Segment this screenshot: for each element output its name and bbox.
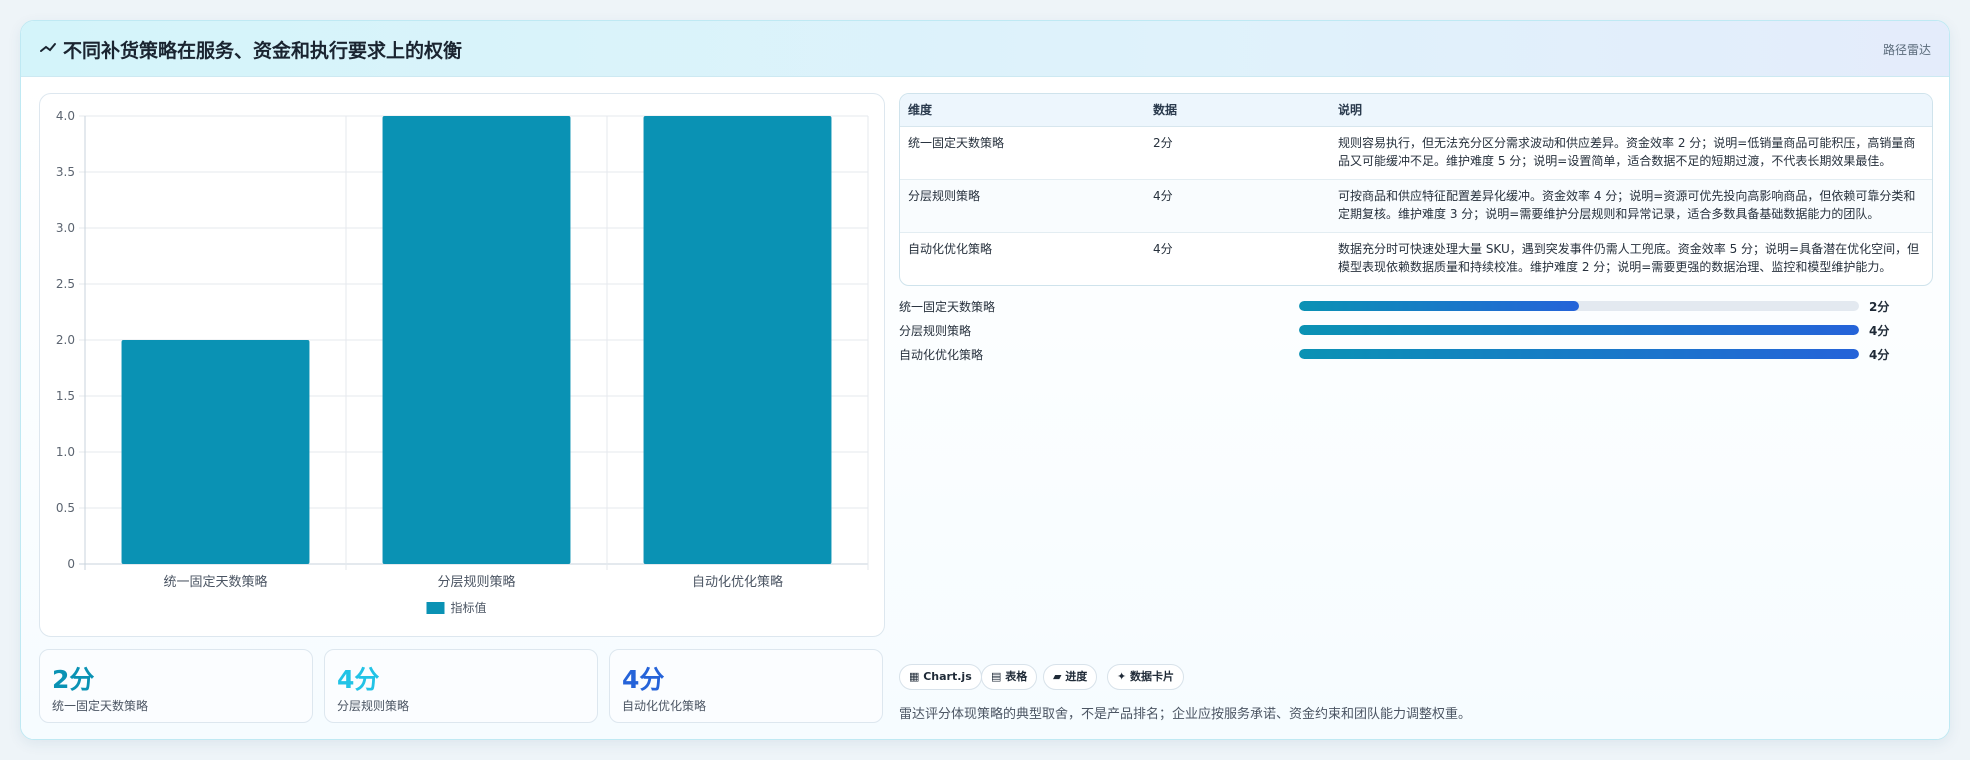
progress-fill — [1299, 301, 1579, 311]
progress-track — [1299, 325, 1859, 335]
column-header: 说明 — [1330, 94, 1932, 127]
stat-label: 自动化优化策略 — [622, 699, 707, 713]
page-title: 不同补货策略在服务、资金和执行要求上的权衡 — [63, 40, 463, 62]
column-header: 数据 — [1145, 94, 1330, 127]
progress-row: 自动化优化策略 4分 — [899, 345, 1933, 363]
progress-value: 4分 — [1869, 324, 1890, 338]
footnote: 雷达评分体现策略的典型取舍，不是产品排名；企业应按服务承诺、资金约束和团队能力调… — [899, 707, 1472, 722]
y-tick-label: 1.0 — [56, 445, 75, 459]
table-row: 自动化优化策略 4分 数据充分时可快速处理大量 SKU，遇到突发事件仍需人工兜底… — [900, 232, 1932, 285]
table-cell-desc: 数据充分时可快速处理大量 SKU，遇到突发事件仍需人工兜底。资金效率 5 分；说… — [1338, 241, 1920, 274]
bar — [382, 116, 571, 564]
stat-card-2: 4分 分层规则策略 — [324, 649, 598, 723]
stat-value: 2分 — [52, 665, 95, 694]
y-tick-label: 2.5 — [56, 277, 75, 291]
progress-fill — [1299, 325, 1859, 335]
table-row: 统一固定天数策略 2分 规则容易执行，但无法充分区分需求波动和供应差异。资金效率… — [900, 126, 1932, 180]
bar — [643, 116, 832, 564]
progress-label: 自动化优化策略 — [899, 348, 984, 362]
y-tick-label: 4.0 — [56, 109, 75, 123]
table-cell-dim: 统一固定天数策略 — [900, 126, 1145, 180]
progress-fill — [1299, 349, 1859, 359]
chip-label: 数据卡片 — [1130, 670, 1175, 683]
y-tick-label: 1.5 — [56, 389, 75, 403]
progress-row: 分层规则策略 4分 — [899, 321, 1933, 339]
chip-chartjs[interactable]: ▦ Chart.js — [899, 664, 982, 690]
chip-table[interactable]: ▤ 表格 — [981, 664, 1038, 690]
stat-value: 4分 — [622, 665, 665, 694]
bar — [121, 340, 310, 564]
chip-label: 表格 — [1005, 670, 1028, 683]
y-tick-label: 3.0 — [56, 221, 75, 235]
y-tick-label: 2.0 — [56, 333, 75, 347]
chart-icon: ▦ — [909, 670, 924, 683]
table-cell-data: 4分 — [1153, 241, 1173, 256]
bar-chart: 0 0.5 1.0 1.5 2.0 2.5 3.0 3.5 4.0 统一固定天数策略 分层规则策略 自… — [56, 109, 869, 615]
path-icon — [40, 43, 56, 52]
table-cell-data: 2分 — [1145, 126, 1330, 180]
table-cell-dim: 自动化优化策略 — [908, 241, 993, 256]
x-tick-label: 自动化优化策略 — [692, 574, 783, 590]
legend-swatch — [426, 602, 445, 614]
sparkle-icon: ✦ — [1117, 670, 1131, 683]
stat-label: 分层规则策略 — [337, 699, 410, 713]
data-table: 维度 数据 说明 统一固定天数策略 2分 规则容易执行，但无法充分区分需求波动和… — [899, 93, 1933, 286]
chip-progress[interactable]: ▰ 进度 — [1043, 664, 1098, 690]
chip-data-card[interactable]: ✦ 数据卡片 — [1107, 664, 1185, 690]
progress-track — [1299, 301, 1859, 311]
table-icon: ▤ — [991, 670, 1006, 683]
table-cell-desc: 可按商品和供应特征配置差异化缓冲。资金效率 4 分；说明=资源可优先投向高影响商… — [1330, 179, 1932, 233]
stat-value: 4分 — [337, 665, 380, 694]
card-header: 不同补货策略在服务、资金和执行要求上的权衡 路径雷达 — [21, 21, 1949, 77]
y-tick-label: 0.5 — [56, 501, 75, 515]
header-tag: 路径雷达 — [1882, 43, 1931, 57]
legend-label: 指标值 — [451, 600, 487, 615]
table-header-row: 维度 数据 说明 — [900, 94, 1932, 127]
progress-value: 4分 — [1869, 348, 1890, 362]
y-tick-label: 0 — [67, 557, 75, 571]
progress-row: 统一固定天数策略 2分 — [899, 297, 1933, 315]
progress-value: 2分 — [1869, 300, 1890, 314]
stat-label: 统一固定天数策略 — [52, 699, 149, 713]
stat-card-1: 2分 统一固定天数策略 — [39, 649, 313, 723]
table-cell-dim: 分层规则策略 — [900, 179, 1145, 233]
chip-label: 进度 — [1065, 670, 1088, 683]
progress-icon: ▰ — [1053, 670, 1066, 683]
table-cell-data: 4分 — [1145, 179, 1330, 233]
table-cell-desc: 规则容易执行，但无法充分区分需求波动和供应差异。资金效率 2 分；说明=低销量商… — [1330, 126, 1932, 180]
chart-panel: 0 0.5 1.0 1.5 2.0 2.5 3.0 3.5 4.0 统一固定天数策略 分层规则策略 自… — [39, 93, 885, 637]
x-tick-label: 统一固定天数策略 — [163, 574, 267, 590]
y-tick-label: 3.5 — [56, 165, 75, 179]
table-row: 分层规则策略 4分 可按商品和供应特征配置差异化缓冲。资金效率 4 分；说明=资… — [900, 179, 1932, 233]
stat-card-3: 4分 自动化优化策略 — [609, 649, 883, 723]
x-tick-label: 分层规则策略 — [437, 574, 515, 590]
chip-label: Chart.js — [923, 670, 972, 683]
column-header: 维度 — [900, 94, 1145, 127]
main-card: 不同补货策略在服务、资金和执行要求上的权衡 路径雷达 0 0.5 1.0 1.5 2.0… — [20, 20, 1950, 740]
progress-track — [1299, 349, 1859, 359]
progress-label: 统一固定天数策略 — [899, 300, 996, 314]
progress-label: 分层规则策略 — [899, 324, 972, 338]
